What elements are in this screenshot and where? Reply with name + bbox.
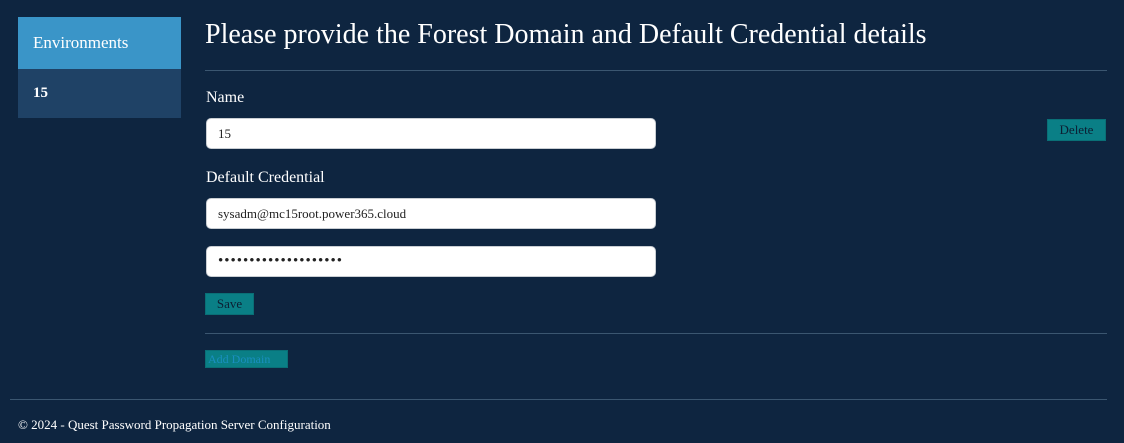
page-title: Please provide the Forest Domain and Def… — [205, 19, 927, 50]
delete-button[interactable]: Delete — [1047, 119, 1106, 141]
password-input[interactable] — [206, 246, 656, 277]
sidebar-item-15[interactable]: 15 — [18, 69, 181, 118]
divider — [205, 70, 1107, 71]
environments-sidebar: Environments 15 — [18, 17, 181, 118]
footer-divider — [10, 399, 1107, 400]
name-label: Name — [206, 89, 245, 106]
username-input[interactable] — [206, 198, 656, 229]
footer-text: © 2024 - Quest Password Propagation Serv… — [18, 417, 331, 432]
save-button[interactable]: Save — [205, 293, 254, 315]
name-input[interactable] — [206, 118, 656, 149]
sidebar-header[interactable]: Environments — [18, 17, 181, 69]
default-credential-label: Default Credential — [206, 169, 325, 186]
divider — [205, 333, 1107, 334]
add-domain-button[interactable]: Add Domain — [205, 350, 288, 368]
